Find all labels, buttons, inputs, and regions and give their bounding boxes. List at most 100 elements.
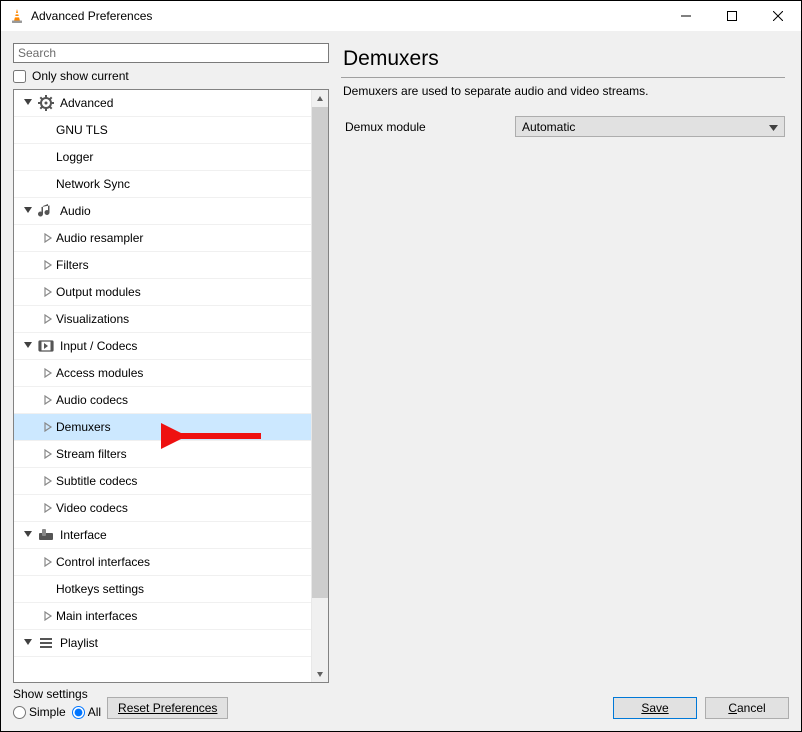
panel-title: Demuxers <box>343 47 785 71</box>
window-controls <box>663 1 801 31</box>
radio-simple-input[interactable] <box>13 706 26 719</box>
tree-label: Control interfaces <box>56 555 150 569</box>
chevron-down-icon <box>20 527 36 543</box>
tree-item-input-codecs[interactable]: Input / Codecs <box>14 333 311 360</box>
tree-item-audio[interactable]: Audio <box>14 198 311 225</box>
tree-label: Video codecs <box>56 501 128 515</box>
tree-label: Demuxers <box>56 420 111 434</box>
right-pane: Demuxers Demuxers are used to separate a… <box>337 43 789 683</box>
interface-icon <box>38 527 54 543</box>
close-button[interactable] <box>755 1 801 31</box>
tree-item-interface[interactable]: Interface <box>14 522 311 549</box>
tree-item-visualizations[interactable]: Visualizations <box>14 306 311 333</box>
tree-item-demuxers[interactable]: Demuxers <box>14 414 311 441</box>
tree-item-subtitle-codecs[interactable]: Subtitle codecs <box>14 468 311 495</box>
preferences-window: Advanced Preferences Only show current A… <box>0 0 802 732</box>
tree-item-main-interfaces[interactable]: Main interfaces <box>14 603 311 630</box>
search-input[interactable] <box>13 43 329 63</box>
chevron-right-icon <box>40 473 56 489</box>
chevron-right-icon <box>40 365 56 381</box>
tree-item-logger[interactable]: Logger <box>14 144 311 171</box>
tree-label: Interface <box>60 528 107 542</box>
radio-simple[interactable]: Simple <box>13 705 66 719</box>
tree-container: Advanced GNU TLS Logger Network Sync Aud… <box>13 89 329 683</box>
tree-label: Subtitle codecs <box>56 474 137 488</box>
maximize-button[interactable] <box>709 1 755 31</box>
tree-item-access-modules[interactable]: Access modules <box>14 360 311 387</box>
minimize-button[interactable] <box>663 1 709 31</box>
show-settings-group: Show settings Simple All <box>13 687 101 719</box>
chevron-down-icon <box>20 95 36 111</box>
chevron-right-icon <box>40 500 56 516</box>
chevron-down-icon <box>20 635 36 651</box>
tree-item-video-codecs[interactable]: Video codecs <box>14 495 311 522</box>
tree-item-audio-codecs[interactable]: Audio codecs <box>14 387 311 414</box>
tree-label: Advanced <box>60 96 113 110</box>
tree-scrollbar[interactable] <box>311 90 328 682</box>
tree-item-network-sync[interactable]: Network Sync <box>14 171 311 198</box>
chevron-right-icon <box>40 392 56 408</box>
window-title: Advanced Preferences <box>31 9 663 23</box>
tree-label: Stream filters <box>56 447 127 461</box>
chevron-down-icon <box>20 203 36 219</box>
tree-label: GNU TLS <box>56 123 108 137</box>
tree-label: Output modules <box>56 285 141 299</box>
radio-all[interactable]: All <box>72 705 101 719</box>
panel-divider <box>341 77 785 78</box>
tree-label: Audio codecs <box>56 393 128 407</box>
chevron-right-icon <box>40 419 56 435</box>
tree-item-output-modules[interactable]: Output modules <box>14 279 311 306</box>
only-show-current-row: Only show current <box>13 67 329 85</box>
chevron-right-icon <box>40 608 56 624</box>
tree[interactable]: Advanced GNU TLS Logger Network Sync Aud… <box>14 90 311 682</box>
main-body: Only show current Advanced GNU TLS Logge… <box>1 31 801 683</box>
tree-item-advanced[interactable]: Advanced <box>14 90 311 117</box>
scroll-thumb[interactable] <box>312 107 328 598</box>
demux-module-label: Demux module <box>341 120 515 134</box>
gear-icon <box>38 95 54 111</box>
reset-preferences-button[interactable]: Reset Preferences <box>107 697 228 719</box>
tree-label: Network Sync <box>56 177 130 191</box>
demux-module-row: Demux module Automatic <box>341 116 785 137</box>
demux-module-value: Automatic <box>522 120 575 134</box>
tree-item-audio-resampler[interactable]: Audio resampler <box>14 225 311 252</box>
save-button[interactable]: Save <box>613 697 697 719</box>
tree-item-filters[interactable]: Filters <box>14 252 311 279</box>
tree-label: Logger <box>56 150 93 164</box>
tree-item-playlist[interactable]: Playlist <box>14 630 311 657</box>
chevron-right-icon <box>40 554 56 570</box>
chevron-down-icon <box>769 120 778 134</box>
demux-module-select[interactable]: Automatic <box>515 116 785 137</box>
footer: Show settings Simple All Reset Preferenc… <box>1 683 801 731</box>
chevron-right-icon <box>40 230 56 246</box>
tree-label: Hotkeys settings <box>56 582 144 596</box>
left-pane: Only show current Advanced GNU TLS Logge… <box>13 43 329 683</box>
scroll-down-icon[interactable] <box>312 665 328 682</box>
chevron-right-icon <box>40 446 56 462</box>
tree-item-gnu-tls[interactable]: GNU TLS <box>14 117 311 144</box>
tree-item-stream-filters[interactable]: Stream filters <box>14 441 311 468</box>
cancel-button[interactable]: Cancel <box>705 697 789 719</box>
tree-label: Input / Codecs <box>60 339 137 353</box>
tree-label: Main interfaces <box>56 609 137 623</box>
scroll-up-icon[interactable] <box>312 90 328 107</box>
only-show-current-label: Only show current <box>32 69 129 83</box>
chevron-right-icon <box>40 284 56 300</box>
only-show-current-checkbox[interactable] <box>13 70 26 83</box>
tree-label: Audio resampler <box>56 231 143 245</box>
audio-icon <box>38 203 54 219</box>
radio-all-input[interactable] <box>72 706 85 719</box>
tree-label: Access modules <box>56 366 143 380</box>
tree-label: Audio <box>60 204 91 218</box>
tree-label: Playlist <box>60 636 98 650</box>
codec-icon <box>38 338 54 354</box>
tree-item-hotkeys-settings[interactable]: Hotkeys settings <box>14 576 311 603</box>
tree-item-control-interfaces[interactable]: Control interfaces <box>14 549 311 576</box>
tree-label: Filters <box>56 258 89 272</box>
vlc-icon <box>9 8 25 24</box>
scroll-track[interactable] <box>312 107 328 665</box>
show-settings-label: Show settings <box>13 687 101 701</box>
titlebar: Advanced Preferences <box>1 1 801 31</box>
chevron-right-icon <box>40 311 56 327</box>
chevron-right-icon <box>40 257 56 273</box>
